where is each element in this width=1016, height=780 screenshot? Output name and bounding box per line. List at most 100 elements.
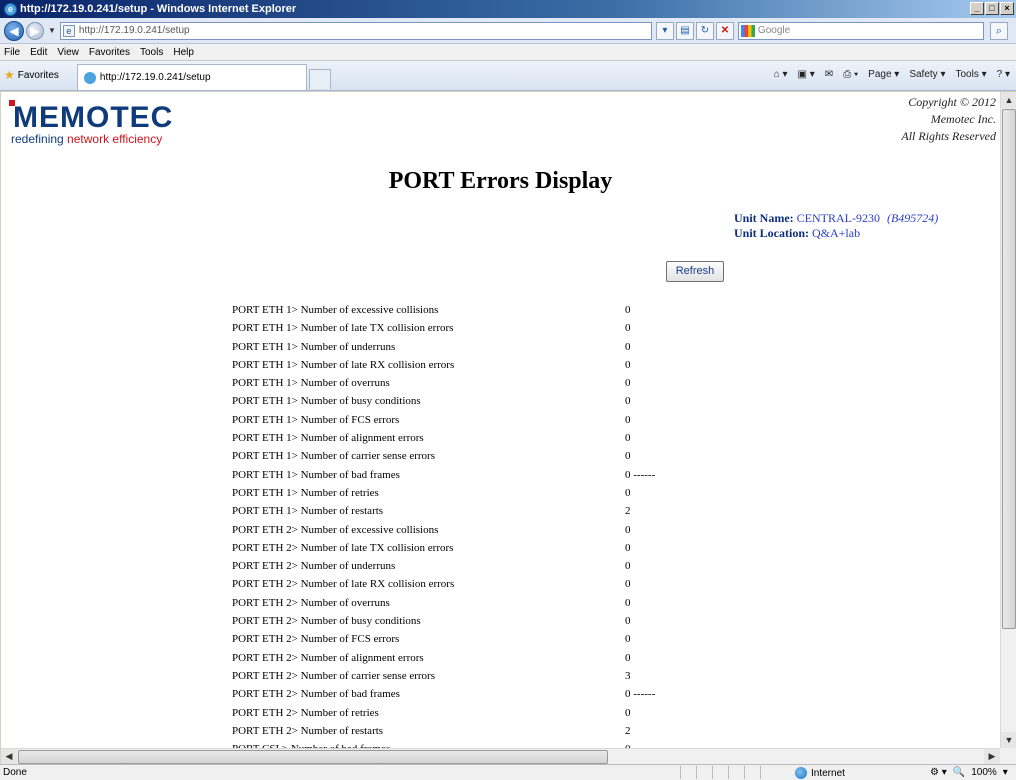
window-title: http://172.19.0.241/setup - Windows Inte… bbox=[20, 3, 297, 15]
menu-file[interactable]: File bbox=[4, 47, 20, 58]
refresh-button[interactable]: Refresh bbox=[666, 261, 724, 282]
table-row: PORT ETH 2> Number of late RX collision … bbox=[232, 576, 732, 594]
error-label: PORT ETH 2> Number of late RX collision … bbox=[232, 578, 455, 591]
close-button[interactable]: × bbox=[1000, 2, 1014, 15]
scroll-right-icon[interactable]: ▶ bbox=[984, 749, 1000, 765]
status-pane bbox=[728, 766, 744, 779]
address-bar[interactable]: e http://172.19.0.241/setup bbox=[59, 21, 652, 40]
refresh-page-icon[interactable]: ↻ bbox=[695, 21, 714, 40]
vertical-scroll-thumb[interactable] bbox=[1002, 109, 1016, 629]
horizontal-scrollbar[interactable]: ◀ ▶ bbox=[1, 748, 1000, 765]
address-input[interactable]: http://172.19.0.241/setup bbox=[79, 25, 190, 36]
window-title-bar[interactable]: e http://172.19.0.241/setup - Windows In… bbox=[0, 0, 1016, 18]
error-count: 0 bbox=[625, 340, 631, 353]
status-pane bbox=[680, 766, 696, 779]
error-label: PORT ETH 2> Number of underruns bbox=[232, 560, 396, 573]
table-row: PORT ETH 2> Number of busy conditions 0 bbox=[232, 613, 732, 631]
error-count: 0 bbox=[625, 541, 631, 554]
search-input[interactable]: Google bbox=[737, 21, 984, 40]
protected-mode-icon[interactable]: ⚙ ▾ bbox=[930, 767, 947, 778]
unit-location-label: Unit Location: bbox=[734, 226, 809, 240]
error-label: PORT ETH 1> Number of retries bbox=[232, 486, 379, 499]
recent-pages-dropdown-icon[interactable]: ▼ bbox=[48, 26, 56, 35]
menu-help[interactable]: Help bbox=[173, 47, 194, 58]
table-row: PORT ETH 1> Number of FCS errors 0 bbox=[232, 412, 732, 430]
search-placeholder: Google bbox=[757, 25, 791, 36]
menu-favorites[interactable]: Favorites bbox=[89, 47, 130, 58]
minimize-button[interactable]: _ bbox=[970, 2, 984, 15]
error-label: PORT ETH 1> Number of late TX collision … bbox=[232, 322, 454, 335]
unit-name-value: CENTRAL-9230 bbox=[796, 211, 880, 225]
new-tab-button[interactable] bbox=[308, 69, 331, 89]
copyright-line-3: All Rights Reserved bbox=[901, 129, 996, 143]
safety-menu[interactable]: Safety ▾ bbox=[909, 69, 945, 80]
back-button[interactable]: ◀ bbox=[4, 20, 24, 41]
maximize-button[interactable]: □ bbox=[985, 2, 999, 15]
status-panes bbox=[680, 766, 776, 779]
tab-title: http://172.19.0.241/setup bbox=[99, 72, 211, 83]
error-label: PORT ETH 2> Number of bad frames bbox=[232, 688, 400, 701]
status-pane bbox=[744, 766, 760, 779]
tagline-part-1: redefining bbox=[11, 132, 68, 146]
menu-tools[interactable]: Tools bbox=[140, 47, 163, 58]
help-icon[interactable]: ? ▾ bbox=[997, 69, 1010, 80]
scroll-up-icon[interactable]: ▲ bbox=[1001, 92, 1016, 108]
zone-label: Internet bbox=[811, 767, 845, 779]
table-row: PORT ETH 1> Number of busy conditions 0 bbox=[232, 393, 732, 411]
menu-bar: File Edit View Favorites Tools Help bbox=[0, 44, 1016, 61]
error-label: PORT ETH 1> Number of FCS errors bbox=[232, 413, 400, 426]
copyright-notice: Copyright © 2012 Memotec Inc. All Rights… bbox=[901, 94, 996, 145]
horizontal-scroll-thumb[interactable] bbox=[18, 750, 608, 764]
error-count: 0 bbox=[625, 358, 631, 371]
error-label: PORT ETH 2> Number of alignment errors bbox=[232, 651, 424, 664]
error-label: PORT ETH 2> Number of carrier sense erro… bbox=[232, 669, 435, 682]
command-bar: ⌂ ▾ ▣ ▾ ✉ ⎙ ▾ Page ▾ Safety ▾ Tools ▾ ? … bbox=[774, 69, 1010, 80]
stop-icon[interactable]: ✕ bbox=[715, 21, 734, 40]
error-count: 0 bbox=[625, 578, 631, 591]
feeds-icon[interactable]: ▣ ▾ bbox=[798, 69, 815, 80]
table-row: PORT ETH 1> Number of late RX collision … bbox=[232, 357, 732, 375]
address-dropdown-icon[interactable]: ▾ bbox=[655, 21, 674, 40]
error-count: 0 bbox=[625, 322, 631, 335]
error-count: 0 bbox=[625, 706, 631, 719]
scroll-left-icon[interactable]: ◀ bbox=[1, 749, 17, 765]
table-row: PORT ETH 1> Number of excessive collisio… bbox=[232, 302, 732, 320]
menu-edit[interactable]: Edit bbox=[30, 47, 47, 58]
error-label: PORT ETH 1> Number of restarts bbox=[232, 505, 384, 518]
browser-tab[interactable]: http://172.19.0.241/setup bbox=[76, 64, 307, 90]
menu-view[interactable]: View bbox=[57, 47, 79, 58]
tab-page-icon bbox=[83, 71, 96, 84]
status-pane bbox=[712, 766, 728, 779]
vertical-scrollbar[interactable]: ▲ ▼ bbox=[1000, 92, 1016, 748]
port-errors-table: PORT ETH 1> Number of excessive collisio… bbox=[232, 302, 732, 748]
table-row: PORT ETH 1> Number of bad frames 0 ------ bbox=[232, 467, 732, 485]
error-label: PORT ETH 1> Number of excessive collisio… bbox=[232, 304, 439, 316]
page-menu[interactable]: Page ▾ bbox=[868, 69, 899, 80]
table-row: PORT ETH 1> Number of underruns 0 bbox=[232, 339, 732, 357]
zoom-control[interactable]: ⚙ ▾ 🔍 100% ▾ bbox=[930, 767, 1008, 778]
scroll-down-icon[interactable]: ▼ bbox=[1001, 732, 1016, 748]
table-row: PORT ETH 2> Number of late TX collision … bbox=[232, 540, 732, 558]
unit-location-value: Q&A+lab bbox=[812, 226, 861, 240]
error-count: 0 bbox=[625, 615, 631, 628]
unit-name-label: Unit Name: bbox=[734, 211, 794, 225]
status-pane bbox=[760, 766, 776, 779]
home-icon[interactable]: ⌂ ▾ bbox=[774, 69, 788, 80]
compatibility-view-icon[interactable]: ▤ bbox=[675, 21, 694, 40]
error-count: 2 bbox=[625, 505, 631, 518]
page-title: PORT Errors Display bbox=[388, 168, 613, 194]
zoom-dropdown-icon[interactable]: ▾ bbox=[1003, 767, 1008, 778]
print-icon[interactable]: ⎙ ▾ bbox=[843, 69, 858, 80]
status-text: Done bbox=[3, 767, 27, 778]
favorites-bar: ★ Favorites http://172.19.0.241/setup ⌂ … bbox=[0, 61, 1016, 91]
page-content: MEMOTEC redefining network efficiency Co… bbox=[1, 92, 1000, 748]
forward-button[interactable]: ▶ bbox=[26, 21, 44, 40]
error-label: PORT ETH 1> Number of late RX collision … bbox=[232, 358, 455, 371]
mail-icon[interactable]: ✉ bbox=[825, 69, 833, 80]
search-icon[interactable]: ⌕ bbox=[989, 21, 1008, 40]
favorites-button[interactable]: ★ Favorites bbox=[4, 64, 59, 86]
security-zone[interactable]: Internet bbox=[795, 767, 845, 779]
logo-red-mark bbox=[9, 100, 15, 106]
unit-info: Unit Name: CENTRAL-9230 (B495724) Unit L… bbox=[734, 211, 938, 241]
tools-menu[interactable]: Tools ▾ bbox=[955, 69, 986, 80]
